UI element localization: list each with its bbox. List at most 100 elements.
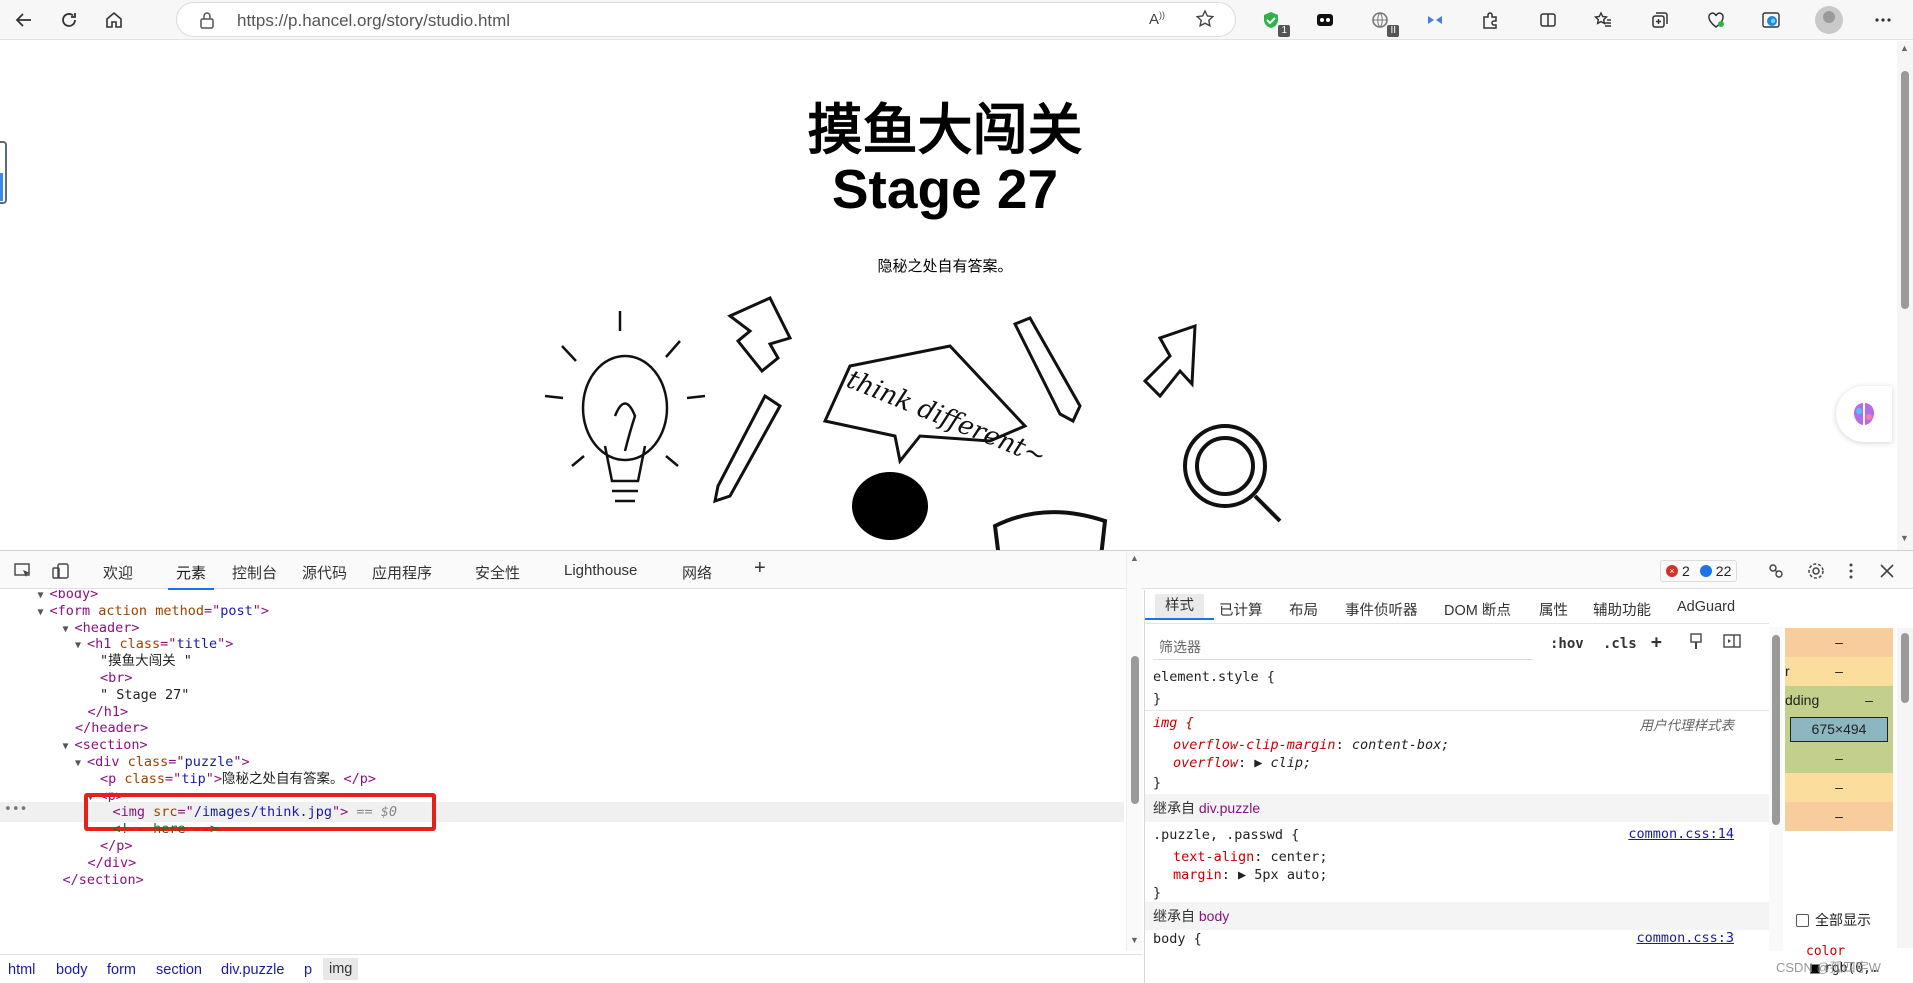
add-tab-icon[interactable]: + <box>754 557 766 580</box>
collections-icon[interactable] <box>1647 7 1673 33</box>
scroll-down-arrow-icon[interactable]: ▼ <box>1130 935 1139 945</box>
tab-welcome[interactable]: 欢迎 <box>103 562 133 583</box>
paint-brush-icon[interactable] <box>1689 633 1703 655</box>
inspect-element-icon[interactable] <box>12 560 34 582</box>
prop-value[interactable]: content-box; <box>1352 737 1450 753</box>
show-all-checkbox[interactable]: 全部显示 <box>1796 910 1871 930</box>
styles-scrollbar-thumb[interactable] <box>1772 635 1780 825</box>
device-emulation-icon[interactable] <box>50 560 72 582</box>
elements-scrollbar-thumb[interactable] <box>1131 656 1139 804</box>
back-icon[interactable] <box>10 6 38 34</box>
rule-img-selector[interactable]: img { <box>1153 715 1194 731</box>
source-link-common-css-14[interactable]: common.css:14 <box>1628 826 1734 842</box>
breadcrumb-form[interactable]: form <box>107 962 136 978</box>
heart-pulse-icon[interactable] <box>1703 7 1729 33</box>
new-rule-icon[interactable]: + <box>1651 632 1662 653</box>
puzzle-extension-icon[interactable] <box>1477 7 1503 33</box>
gear-icon[interactable] <box>1805 560 1827 582</box>
prop-value[interactable]: ▶ clip; <box>1254 755 1311 771</box>
box-margin-top[interactable]: – <box>1785 628 1893 657</box>
mask-extension-icon[interactable] <box>1312 7 1338 33</box>
scroll-up-arrow-icon[interactable]: ▲ <box>1130 553 1139 563</box>
attr-name[interactable]: class <box>128 754 169 770</box>
tab-network[interactable]: 网络 <box>682 562 712 583</box>
rule-body-selector[interactable]: body { <box>1153 931 1202 947</box>
prop-name[interactable]: overflow-clip-margin <box>1173 737 1336 753</box>
checkbox-icon[interactable] <box>1796 913 1809 927</box>
breadcrumb-body[interactable]: body <box>56 962 87 978</box>
breadcrumb-section[interactable]: section <box>156 962 202 978</box>
tag-open[interactable]: <form <box>50 603 91 619</box>
box-border-bottom[interactable]: – <box>1785 773 1893 802</box>
tab-layout[interactable]: 布局 <box>1289 599 1318 620</box>
text-node[interactable]: "摸鱼大闯关 " <box>100 653 192 669</box>
page-scrollbar-thumb[interactable] <box>1901 71 1909 309</box>
attr-value[interactable]: post <box>220 603 253 619</box>
computed-scrollbar[interactable] <box>1897 628 1913 948</box>
tab-computed[interactable]: 已计算 <box>1219 599 1263 620</box>
text-node[interactable]: 隐秘之处自有答案。 <box>222 771 344 787</box>
lock-icon[interactable] <box>199 11 215 34</box>
address-bar[interactable]: https://p.hancel.org/story/studio.html A… <box>176 2 1236 37</box>
connect-icon[interactable] <box>1765 560 1787 582</box>
attr-value[interactable]: tip <box>181 771 205 787</box>
rule-puzzle-selector[interactable]: .puzzle, .passwd { <box>1153 827 1299 843</box>
source-link-common-css-3[interactable]: common.css:3 <box>1636 930 1734 946</box>
inherited-ref-link[interactable]: div.puzzle <box>1199 800 1260 816</box>
tab-dom-breakpoints[interactable]: DOM 断点 <box>1444 599 1511 620</box>
shield-extension-icon[interactable]: 1 <box>1258 7 1290 37</box>
attr-name[interactable]: method <box>155 603 204 619</box>
attr-name[interactable]: class <box>124 771 165 787</box>
page-scrollbar[interactable]: ▲ ▼ <box>1897 41 1913 550</box>
styles-scrollbar[interactable] <box>1769 627 1783 951</box>
globe-extension-icon[interactable]: II <box>1367 7 1399 37</box>
attr-name[interactable]: action <box>98 603 147 619</box>
tag-close[interactable]: </section> <box>63 872 144 888</box>
hov-toggle[interactable]: :hov <box>1550 636 1584 652</box>
scroll-up-arrow-icon[interactable]: ▲ <box>1900 43 1909 53</box>
bowtie-extension-icon[interactable] <box>1422 7 1448 33</box>
tab-accessibility[interactable]: 辅助功能 <box>1593 599 1651 620</box>
refresh-icon[interactable] <box>55 6 83 34</box>
split-screen-icon[interactable] <box>1535 7 1561 33</box>
tag-open[interactable]: <div <box>87 754 120 770</box>
favorites-list-icon[interactable] <box>1590 7 1616 33</box>
attr-value[interactable]: puzzle <box>185 754 234 770</box>
devtools-more-icon[interactable] <box>1840 560 1862 582</box>
edge-icon[interactable] <box>1758 7 1784 33</box>
element-style-open[interactable]: element.style { <box>1153 668 1275 686</box>
text-node[interactable]: " Stage 27" <box>100 687 189 703</box>
elements-tree[interactable]: ▼ <body> ▼ <form action method="post"> ▼ <hea… <box>0 590 1124 950</box>
tab-sources[interactable]: 源代码 <box>302 562 347 583</box>
node-menu-ellipsis-icon[interactable]: ••• <box>4 802 27 817</box>
tab-event-listeners[interactable]: 事件侦听器 <box>1345 599 1418 620</box>
cls-toggle[interactable]: .cls <box>1603 636 1637 652</box>
breadcrumb-div-puzzle[interactable]: div.puzzle <box>221 962 284 978</box>
tag-close[interactable]: </div> <box>88 855 137 871</box>
tab-console[interactable]: 控制台 <box>232 562 277 583</box>
prop-name[interactable]: overflow <box>1173 755 1238 771</box>
breadcrumb-html[interactable]: html <box>8 962 35 978</box>
tag-open[interactable]: <section <box>75 737 140 753</box>
box-margin-bottom[interactable]: – <box>1785 802 1893 831</box>
scroll-down-arrow-icon[interactable]: ▼ <box>1900 533 1909 543</box>
tab-styles[interactable]: 样式 <box>1145 594 1214 620</box>
tag-open[interactable]: <header <box>75 620 132 636</box>
tab-adguard[interactable]: AdGuard <box>1677 599 1735 615</box>
tag-open[interactable]: <h1 <box>87 636 111 652</box>
comment-node[interactable]: <!-- here --> <box>113 821 219 837</box>
inherited-ref-link[interactable]: body <box>1199 908 1229 924</box>
tag-br[interactable]: <br> <box>100 670 133 686</box>
computed-scrollbar-thumb[interactable] <box>1901 633 1909 703</box>
attr-name[interactable]: class <box>120 636 161 652</box>
tab-lighthouse[interactable]: Lighthouse <box>564 562 637 579</box>
elements-scrollbar[interactable]: ▲ ▼ <box>1126 551 1142 951</box>
prop-value[interactable]: ▶ 5px auto; <box>1238 867 1327 883</box>
close-icon[interactable] <box>1876 560 1898 582</box>
box-border-top[interactable]: r – <box>1785 657 1893 686</box>
copilot-brain-icon[interactable] <box>1836 386 1892 442</box>
tag-open[interactable]: <p <box>100 771 116 787</box>
url-text[interactable]: https://p.hancel.org/story/studio.html <box>237 11 510 31</box>
box-padding-bottom[interactable]: – <box>1785 744 1893 773</box>
more-menu-icon[interactable] <box>1870 7 1896 33</box>
